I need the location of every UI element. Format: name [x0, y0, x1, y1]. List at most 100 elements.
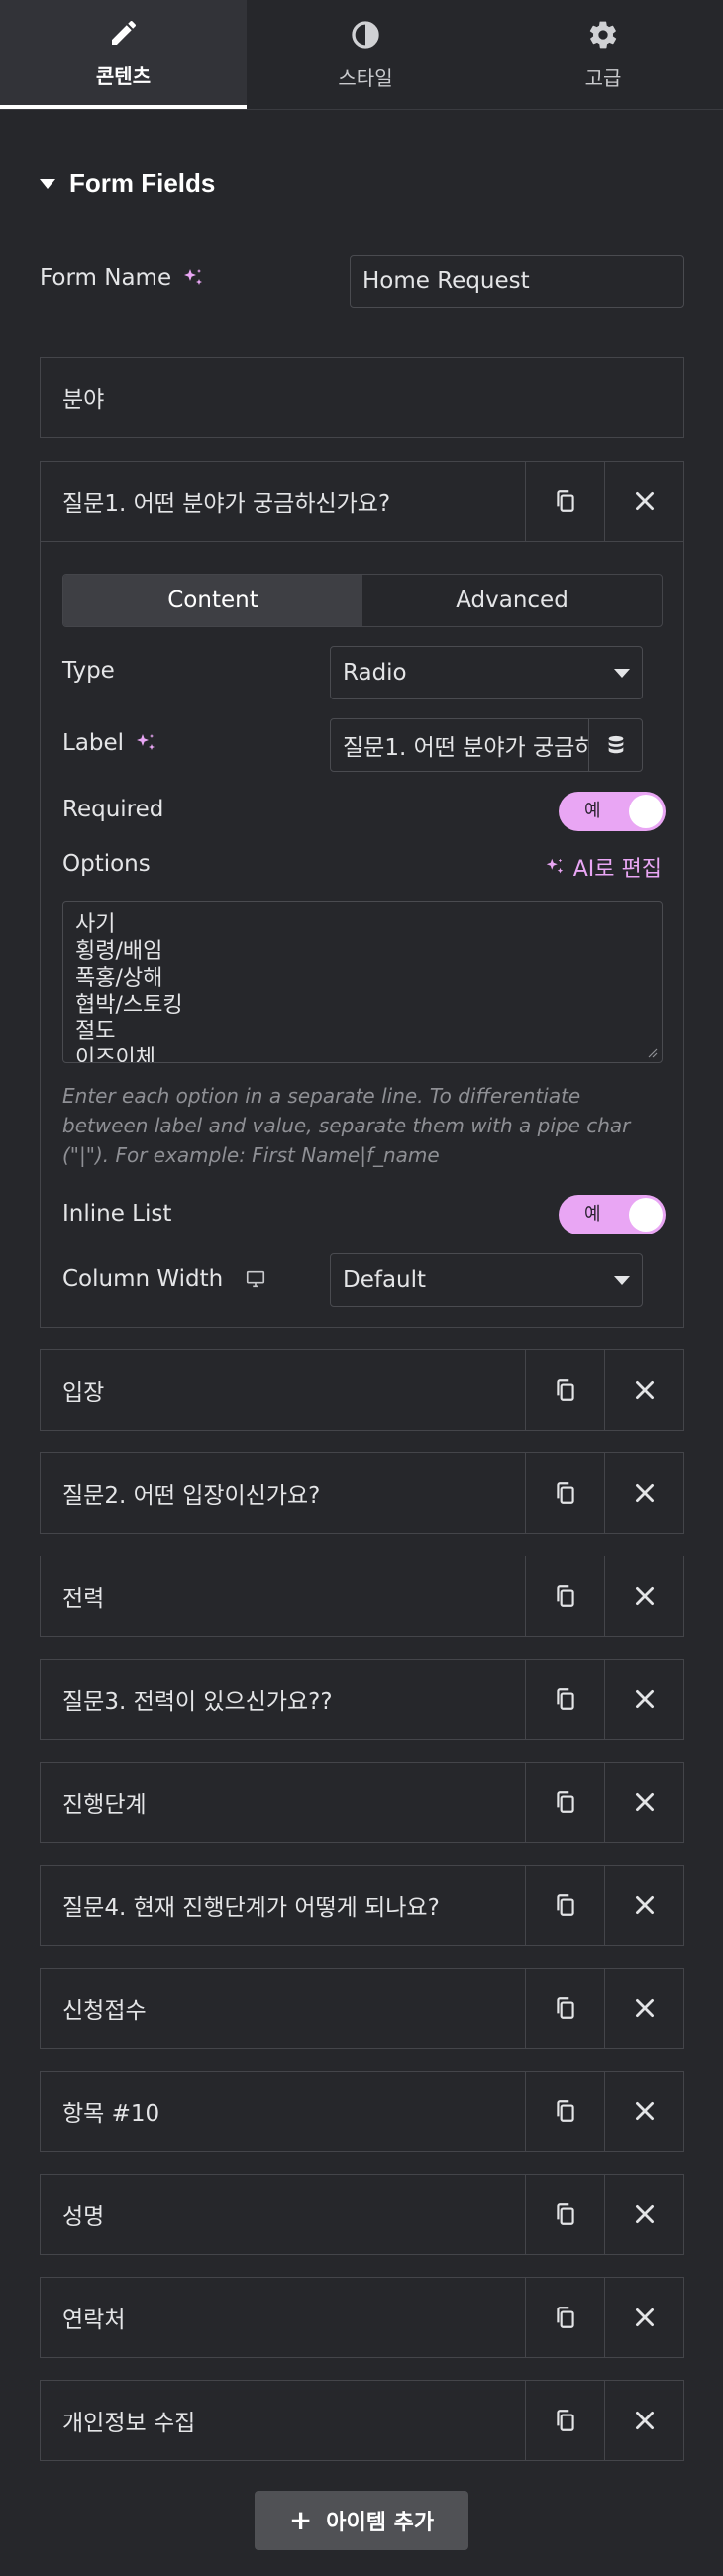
duplicate-button[interactable]	[525, 1969, 604, 2048]
editor-segmented-tabs: Content Advanced	[62, 574, 663, 627]
close-icon	[635, 1381, 654, 1399]
section-title: Form Fields	[69, 168, 216, 198]
field-item[interactable]: 질문3. 전력이 있으신가요??	[40, 1659, 684, 1740]
ai-sparkle-icon[interactable]	[181, 267, 205, 290]
duplicate-button[interactable]	[525, 2175, 604, 2254]
ai-sparkle-icon[interactable]	[134, 731, 157, 755]
field-item[interactable]: 연락처	[40, 2277, 684, 2358]
remove-button[interactable]	[604, 1866, 683, 1945]
form-name-label: Form Name	[40, 266, 205, 291]
add-item-button[interactable]: + 아이템 추가	[255, 2491, 468, 2550]
duplicate-button[interactable]	[525, 1350, 604, 1430]
remove-button[interactable]	[604, 2175, 683, 2254]
field-title: 질문2. 어떤 입장이신가요?	[62, 1483, 321, 1509]
duplicate-button[interactable]	[525, 2278, 604, 2357]
field-item[interactable]: 질문4. 현재 진행단계가 어떻게 되나요?	[40, 1865, 684, 1946]
ai-edit-label: AI로 편집	[572, 857, 662, 882]
toggle-label: 예	[584, 1204, 601, 1225]
close-icon	[635, 2308, 654, 2326]
chevron-down-icon	[614, 668, 630, 678]
form-name-label-text: Form Name	[40, 266, 172, 291]
tab-label: 콘텐츠	[95, 63, 152, 88]
copy-icon	[556, 1482, 574, 1504]
field-item[interactable]: 전력	[40, 1556, 684, 1637]
tab-content-editor[interactable]: Content	[63, 575, 362, 626]
field-item[interactable]: 항목 #10	[40, 2071, 684, 2152]
duplicate-button[interactable]	[525, 2381, 604, 2460]
remove-button[interactable]	[604, 1763, 683, 1842]
dynamic-tags-button[interactable]	[588, 718, 643, 772]
remove-button[interactable]	[604, 2072, 683, 2151]
toggle-label: 예	[584, 801, 601, 821]
option-line: 사기	[75, 912, 116, 937]
required-toggle[interactable]: 예	[559, 792, 666, 831]
duplicate-button[interactable]	[525, 1763, 604, 1842]
copy-icon	[556, 1585, 574, 1607]
field-item-expanded[interactable]: 질문1. 어떤 분야가 궁금하신가요?	[40, 461, 684, 542]
type-select[interactable]: Radio	[330, 646, 643, 699]
form-fields-toggle[interactable]: Form Fields	[40, 168, 215, 199]
label-label-text: Label	[62, 730, 125, 756]
type-select-value: Radio	[343, 660, 407, 686]
options-textarea[interactable]: 사기 횡령/배임 폭홍/상해 협박/스토킹 절도 이즈이체	[62, 901, 663, 1063]
tab-style[interactable]: 스타일	[247, 0, 484, 109]
close-icon	[635, 2102, 654, 2120]
copy-icon	[556, 2100, 574, 2122]
ai-edit-button[interactable]: AI로 편집	[544, 851, 662, 883]
duplicate-button[interactable]	[525, 1556, 604, 1636]
column-width-select[interactable]: Default	[330, 1253, 643, 1307]
remove-button[interactable]	[604, 1969, 683, 2048]
field-title: 연락처	[62, 2308, 126, 2333]
tab-advanced-editor[interactable]: Advanced	[362, 575, 662, 626]
copy-icon	[556, 1894, 574, 1916]
field-title: 신청접수	[62, 1998, 147, 2024]
duplicate-button[interactable]	[525, 1866, 604, 1945]
desktop-icon[interactable]	[243, 1268, 268, 1290]
ai-sparkle-icon	[546, 858, 563, 874]
field-title: 전력	[62, 1586, 105, 1612]
field-item[interactable]: 성명	[40, 2174, 684, 2255]
toggle-knob	[629, 1198, 663, 1232]
remove-button[interactable]	[604, 2278, 683, 2357]
field-item[interactable]: 질문2. 어떤 입장이신가요?	[40, 1452, 684, 1534]
inline-list-toggle[interactable]: 예	[559, 1195, 666, 1234]
option-line: 이즈이체	[75, 1046, 155, 1063]
options-label: Options	[62, 851, 151, 877]
field-editor-panel: Content Advanced Type Radio Label 질문1. 어…	[40, 542, 684, 1328]
option-line: 절도	[75, 1020, 116, 1044]
tab-advanced[interactable]: 고급	[484, 0, 722, 109]
tab-content[interactable]: 콘텐츠	[0, 0, 247, 109]
remove-button[interactable]	[604, 1350, 683, 1430]
resize-grip-icon[interactable]	[646, 1046, 658, 1058]
remove-button[interactable]	[604, 462, 683, 541]
field-title: 항목 #10	[62, 2101, 160, 2127]
duplicate-button[interactable]	[525, 462, 604, 541]
form-name-input[interactable]: Home Request	[350, 255, 684, 308]
duplicate-button[interactable]	[525, 1660, 604, 1739]
label-label: Label	[62, 730, 157, 756]
close-icon	[635, 1793, 654, 1811]
field-item[interactable]: 진행단계	[40, 1762, 684, 1843]
copy-icon	[556, 2307, 574, 2328]
field-item[interactable]: 입장	[40, 1349, 684, 1431]
copy-icon	[556, 1997, 574, 2019]
caret-down-icon	[40, 178, 55, 189]
column-width-value: Default	[343, 1267, 427, 1293]
duplicate-button[interactable]	[525, 2072, 604, 2151]
field-title: 질문3. 전력이 있으신가요??	[62, 1689, 333, 1715]
remove-button[interactable]	[604, 1660, 683, 1739]
remove-button[interactable]	[604, 1556, 683, 1636]
field-item[interactable]: 분야	[40, 357, 684, 438]
type-label: Type	[62, 658, 115, 684]
label-input[interactable]: 질문1. 어떤 분야가 궁금하	[330, 718, 589, 772]
duplicate-button[interactable]	[525, 1453, 604, 1533]
field-item[interactable]: 신청접수	[40, 1968, 684, 2049]
field-item[interactable]: 개인정보 수집	[40, 2380, 684, 2461]
close-icon	[635, 492, 654, 510]
remove-button[interactable]	[604, 1453, 683, 1533]
close-icon	[635, 1587, 654, 1605]
remove-button[interactable]	[604, 2381, 683, 2460]
close-icon	[635, 1484, 654, 1502]
close-icon	[635, 2205, 654, 2223]
field-title: 질문1. 어떤 분야가 궁금하신가요?	[62, 491, 391, 517]
